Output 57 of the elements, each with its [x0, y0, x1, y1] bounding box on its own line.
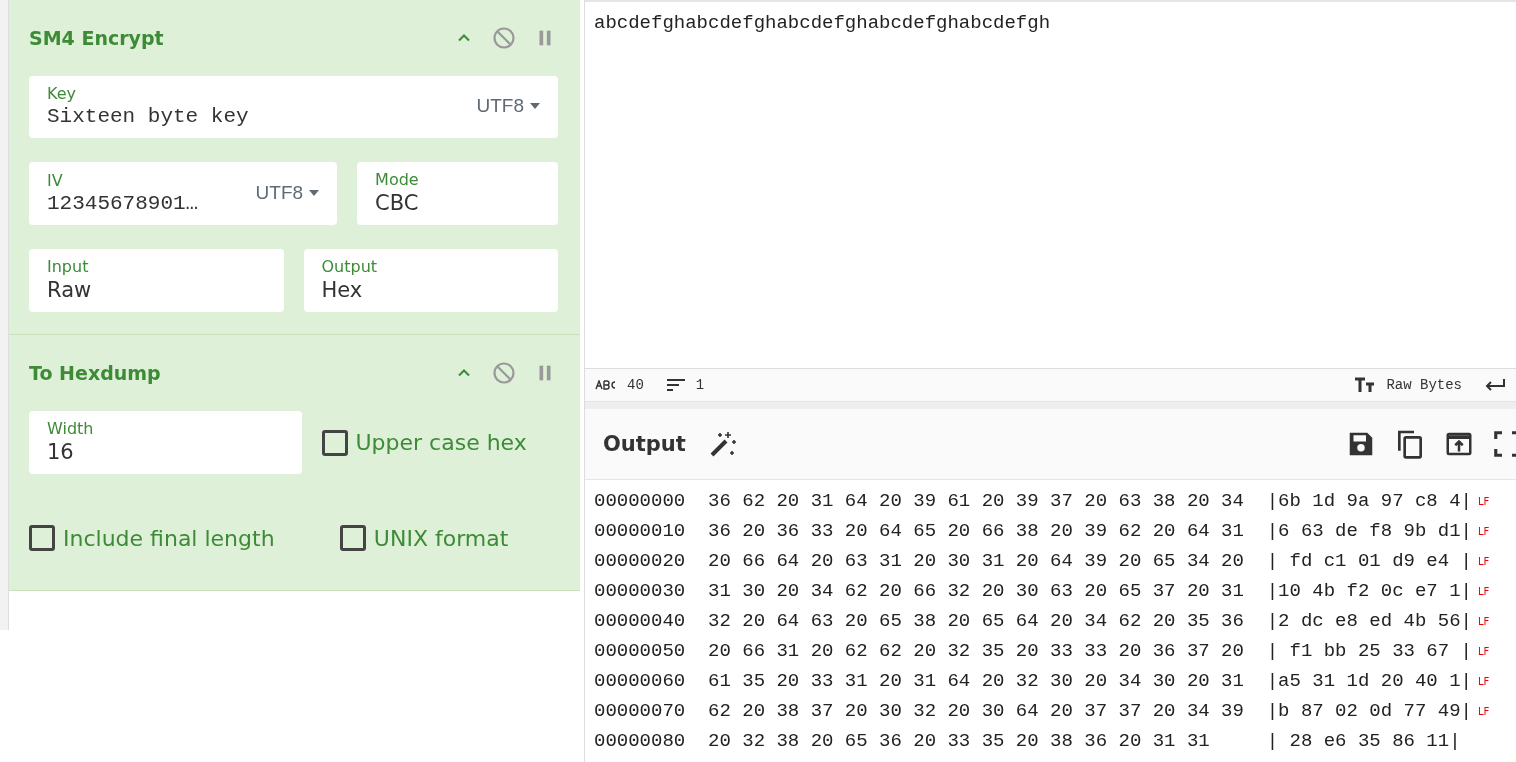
line-feed-marker: LF: [1477, 645, 1490, 657]
field-label: IV: [47, 170, 64, 190]
text-size-icon[interactable]: [1354, 376, 1377, 393]
input-text: abcdefghabcdefghabcdefghabcdefghabcdefgh: [594, 12, 1051, 34]
hexdump-line: 00000030 31 30 20 34 62 20 66 32 20 30 63 20 65 37 20 31 |10 4b f2 0c e7 1|: [594, 580, 1472, 602]
line-feed-marker: LF: [1477, 525, 1490, 537]
field-value: Sixteen byte key: [47, 105, 250, 128]
field-value: 12345678901…: [47, 191, 200, 215]
hexdump-line: 00000070 62 20 38 37 20 30 32 20 30 64 20 37 37 20 34 39 |b 87 02 0d 77 49|: [594, 700, 1472, 722]
hexdump-line: 00000010 36 20 36 33 20 64 65 20 66 38 20 39 62 20 64 31 |6 63 de f8 9b d1|: [594, 520, 1472, 542]
line-feed-marker: LF: [1477, 615, 1490, 627]
caret-icon: [309, 189, 320, 196]
field-label: Mode: [375, 170, 420, 189]
encoding-label[interactable]: Raw Bytes: [1386, 376, 1462, 393]
field-value: CBC: [375, 191, 420, 215]
return-icon[interactable]: [1484, 376, 1506, 393]
field-label: Width: [47, 419, 95, 438]
line-feed-marker: LF: [1477, 495, 1490, 507]
hexdump-line: 00000020 20 66 64 20 63 31 20 30 31 20 64 39 20 65 34 20 | fd c1 01 d9 e4 |: [594, 550, 1472, 572]
field-value: Hex: [321, 278, 364, 302]
encoding-dropdown[interactable]: UTF8: [255, 181, 320, 204]
hexdump-line: 00000000 36 62 20 31 64 20 39 61 20 39 37 20 63 38 20 34 |6b 1d 9a 97 c8 4|: [594, 490, 1472, 512]
checkbox[interactable]: [339, 525, 366, 551]
operation-title: SM4 Encrypt: [29, 27, 165, 49]
encoding-dropdown[interactable]: UTF8: [476, 95, 540, 117]
fullscreen-icon[interactable]: [1492, 429, 1516, 460]
line-count: 1: [695, 376, 705, 393]
checkbox[interactable]: [321, 429, 348, 456]
text-field[interactable]: Key Sixteen byte key UTF8: [29, 76, 558, 138]
text-field[interactable]: IV 12345678901… UTF8: [29, 162, 338, 225]
checkbox[interactable]: [29, 525, 55, 551]
caret-icon: [530, 103, 540, 109]
line-feed-marker: LF: [1477, 675, 1490, 687]
hexdump-line: 00000080 20 32 38 20 65 36 20 33 35 20 38 36 20 31 31 | 28 e6 35 86 11|: [594, 730, 1461, 752]
output-title: Output: [603, 432, 686, 457]
line-feed-marker: LF: [1477, 555, 1490, 567]
length-count: 40: [627, 376, 644, 393]
operation-title: To Hexdump: [29, 362, 162, 384]
field-value: 16: [47, 440, 75, 464]
select-field[interactable]: Input Raw: [29, 249, 284, 312]
line-feed-marker: LF: [1477, 585, 1490, 597]
hexdump-line: 00000040 32 20 64 63 20 65 38 20 65 64 20 34 62 20 35 36 |2 dc e8 ed 4b 56|: [594, 610, 1472, 632]
select-field[interactable]: Mode CBC: [357, 162, 558, 225]
checkbox-label: Upper case hex: [355, 430, 527, 455]
checkbox-label: UNIX format: [373, 525, 509, 551]
field-label: Input: [47, 257, 90, 276]
line-feed-marker: LF: [1477, 705, 1490, 717]
field-label: Output: [321, 257, 379, 276]
lines-icon: [665, 376, 686, 393]
hexdump-line: 00000060 61 35 20 33 31 20 31 64 20 32 30 20 34 30 20 31 |a5 31 1d 20 40 1|: [594, 670, 1472, 692]
number-field[interactable]: Width 16: [29, 411, 302, 474]
select-field[interactable]: Output Hex: [303, 249, 558, 312]
checkbox-label: Include final length: [63, 525, 275, 551]
hexdump-line: 00000050 20 66 31 20 62 62 20 32 35 20 33 33 20 36 37 20 | f1 bb 25 33 67 |: [594, 640, 1472, 662]
field-value: Raw: [47, 278, 93, 302]
field-label: Key: [47, 84, 77, 103]
text-length-icon: [595, 379, 617, 390]
